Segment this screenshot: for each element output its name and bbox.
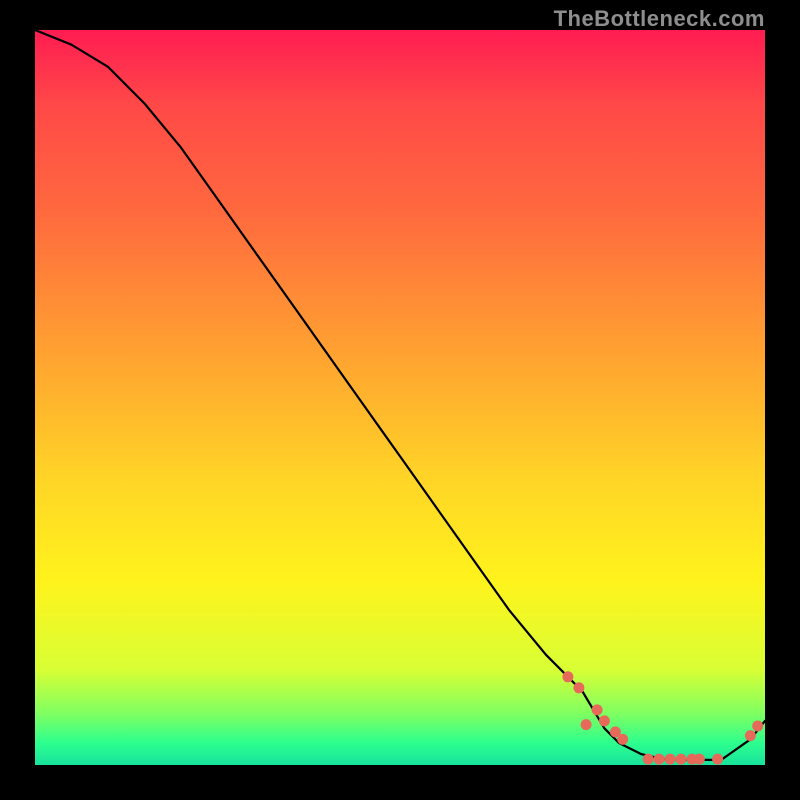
plot-area: [35, 30, 765, 765]
data-marker: [581, 719, 592, 730]
data-marker: [573, 682, 584, 693]
data-marker: [694, 754, 705, 765]
watermark-text: TheBottleneck.com: [554, 6, 765, 32]
bottleneck-curve: [35, 30, 765, 760]
data-marker: [562, 671, 573, 682]
data-marker: [665, 754, 676, 765]
data-marker: [654, 754, 665, 765]
data-marker: [676, 754, 687, 765]
chart-svg: [35, 30, 765, 765]
data-marker: [643, 754, 654, 765]
data-marker: [752, 721, 763, 732]
data-marker: [599, 715, 610, 726]
data-marker: [745, 730, 756, 741]
data-marker: [617, 734, 628, 745]
data-marker: [592, 704, 603, 715]
data-marker: [712, 754, 723, 765]
chart-stage: TheBottleneck.com: [0, 0, 800, 800]
